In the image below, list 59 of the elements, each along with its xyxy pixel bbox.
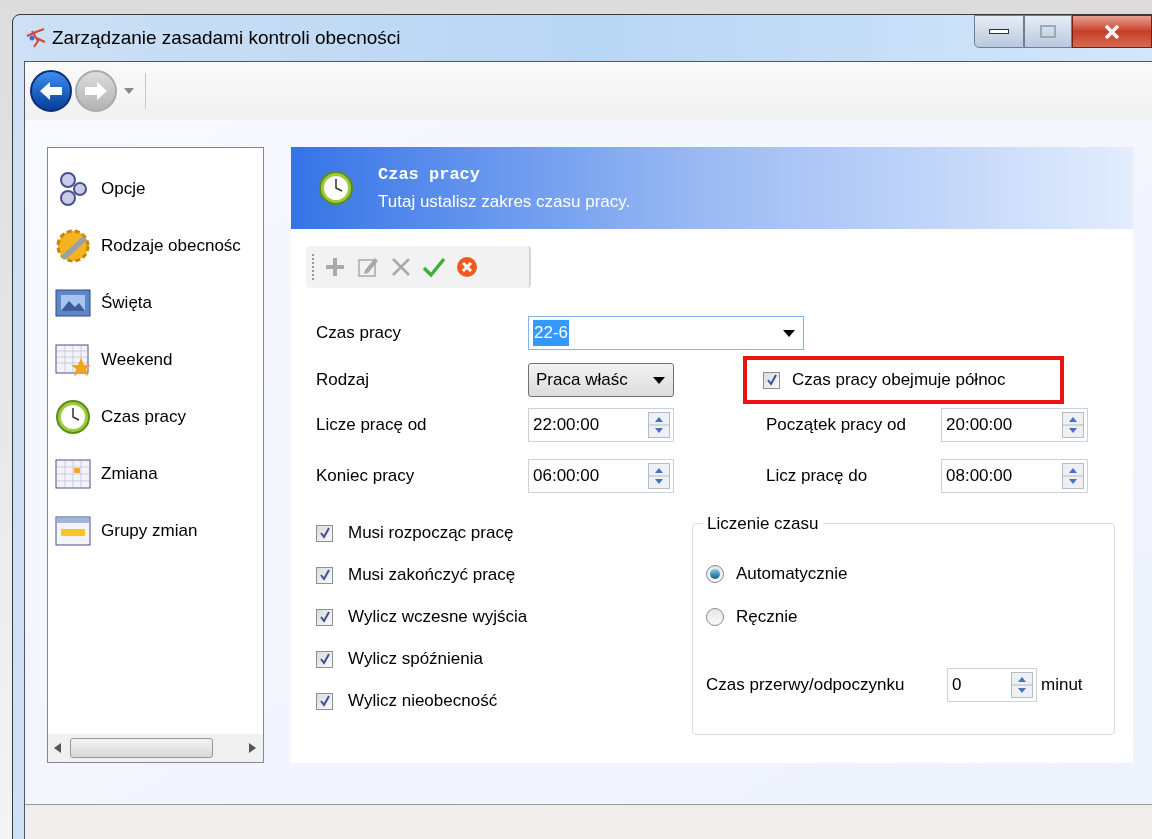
field-label: Czas pracy <box>316 322 403 345</box>
sidebar-item[interactable]: Zmiana <box>101 460 158 487</box>
field-label: Rodzaj <box>316 369 370 392</box>
app-icon <box>24 26 48 50</box>
type-dropdown[interactable]: Praca właśc <box>528 363 674 397</box>
caret-icon <box>783 329 795 337</box>
checkbox-label: Wylicz nieobecność <box>348 690 498 713</box>
time-field[interactable]: 20:00:00 <box>941 408 1088 442</box>
spinner-icon[interactable] <box>1011 672 1033 698</box>
back-button[interactable] <box>30 70 72 112</box>
time-field[interactable]: 22:00:00 <box>528 408 674 442</box>
time-field[interactable]: 06:00:00 <box>528 459 674 493</box>
sidebar-item[interactable]: Opcje <box>101 175 146 202</box>
scroll-left-icon[interactable] <box>54 743 62 753</box>
checkbox[interactable] <box>316 524 333 542</box>
spinner-icon[interactable] <box>648 412 670 438</box>
spinner-icon[interactable] <box>1062 463 1084 489</box>
clock-icon <box>316 168 356 208</box>
field-label: Licze pracę od <box>316 414 428 437</box>
checkbox[interactable] <box>316 692 333 710</box>
field-label: Licz pracę do <box>766 465 869 488</box>
checkbox[interactable] <box>316 608 333 626</box>
window-title: Zarządzanie zasadami kontroli obecności <box>52 25 401 50</box>
radio-button[interactable] <box>706 607 724 626</box>
scroll-right-icon[interactable] <box>249 743 257 753</box>
unit-label: minut <box>1041 674 1083 697</box>
horizontal-scrollbar[interactable] <box>48 734 263 762</box>
checkbox-label: Musi rozpocząc pracę <box>348 522 514 545</box>
back-arrow-icon <box>38 80 64 102</box>
caret-icon <box>653 376 665 384</box>
sidebar-item[interactable]: Czas pracy <box>101 403 187 430</box>
sidebar-item[interactable]: Święta <box>101 289 153 316</box>
checkbox-label: Musi zakończyć pracę <box>348 564 516 587</box>
checkbox-label: Wylicz spóźnienia <box>348 648 483 671</box>
field-label: Czas przerwy/odpoczynku <box>706 674 906 697</box>
radio-label: Ręcznie <box>736 605 798 628</box>
spinner-icon[interactable] <box>1062 412 1084 438</box>
sidebar-item[interactable]: Rodzaje obecnośc <box>101 232 241 259</box>
close-icon <box>1103 23 1121 40</box>
radio-label: Automatycznie <box>736 562 848 585</box>
checkbox-label: Wylicz wczesne wyjścia <box>348 606 528 629</box>
header-title: Czas pracy <box>378 163 482 186</box>
field-label: Koniec pracy <box>316 465 416 488</box>
checkbox[interactable] <box>763 371 780 389</box>
radio-button[interactable] <box>706 564 724 583</box>
checkbox[interactable] <box>316 566 333 584</box>
minimize-button[interactable] <box>974 15 1024 48</box>
close-button[interactable] <box>1072 15 1152 48</box>
checkbox-label: Czas pracy obejmuje północ <box>792 369 1006 392</box>
sidebar-item[interactable]: Grupy zmian <box>101 517 198 544</box>
spinner-icon[interactable] <box>648 463 670 489</box>
number-field[interactable]: 0 <box>947 668 1037 702</box>
checkbox[interactable] <box>316 650 333 668</box>
header-subtitle: Tutaj ustalisz zakres czasu pracy. <box>378 191 631 213</box>
field-label: Początek pracy od <box>766 414 907 437</box>
dropdown-arrow-icon[interactable] <box>124 88 134 94</box>
sidebar-item[interactable]: Weekend <box>101 346 173 373</box>
time-field[interactable]: 08:00:00 <box>941 459 1088 493</box>
forward-arrow-icon <box>83 80 109 102</box>
